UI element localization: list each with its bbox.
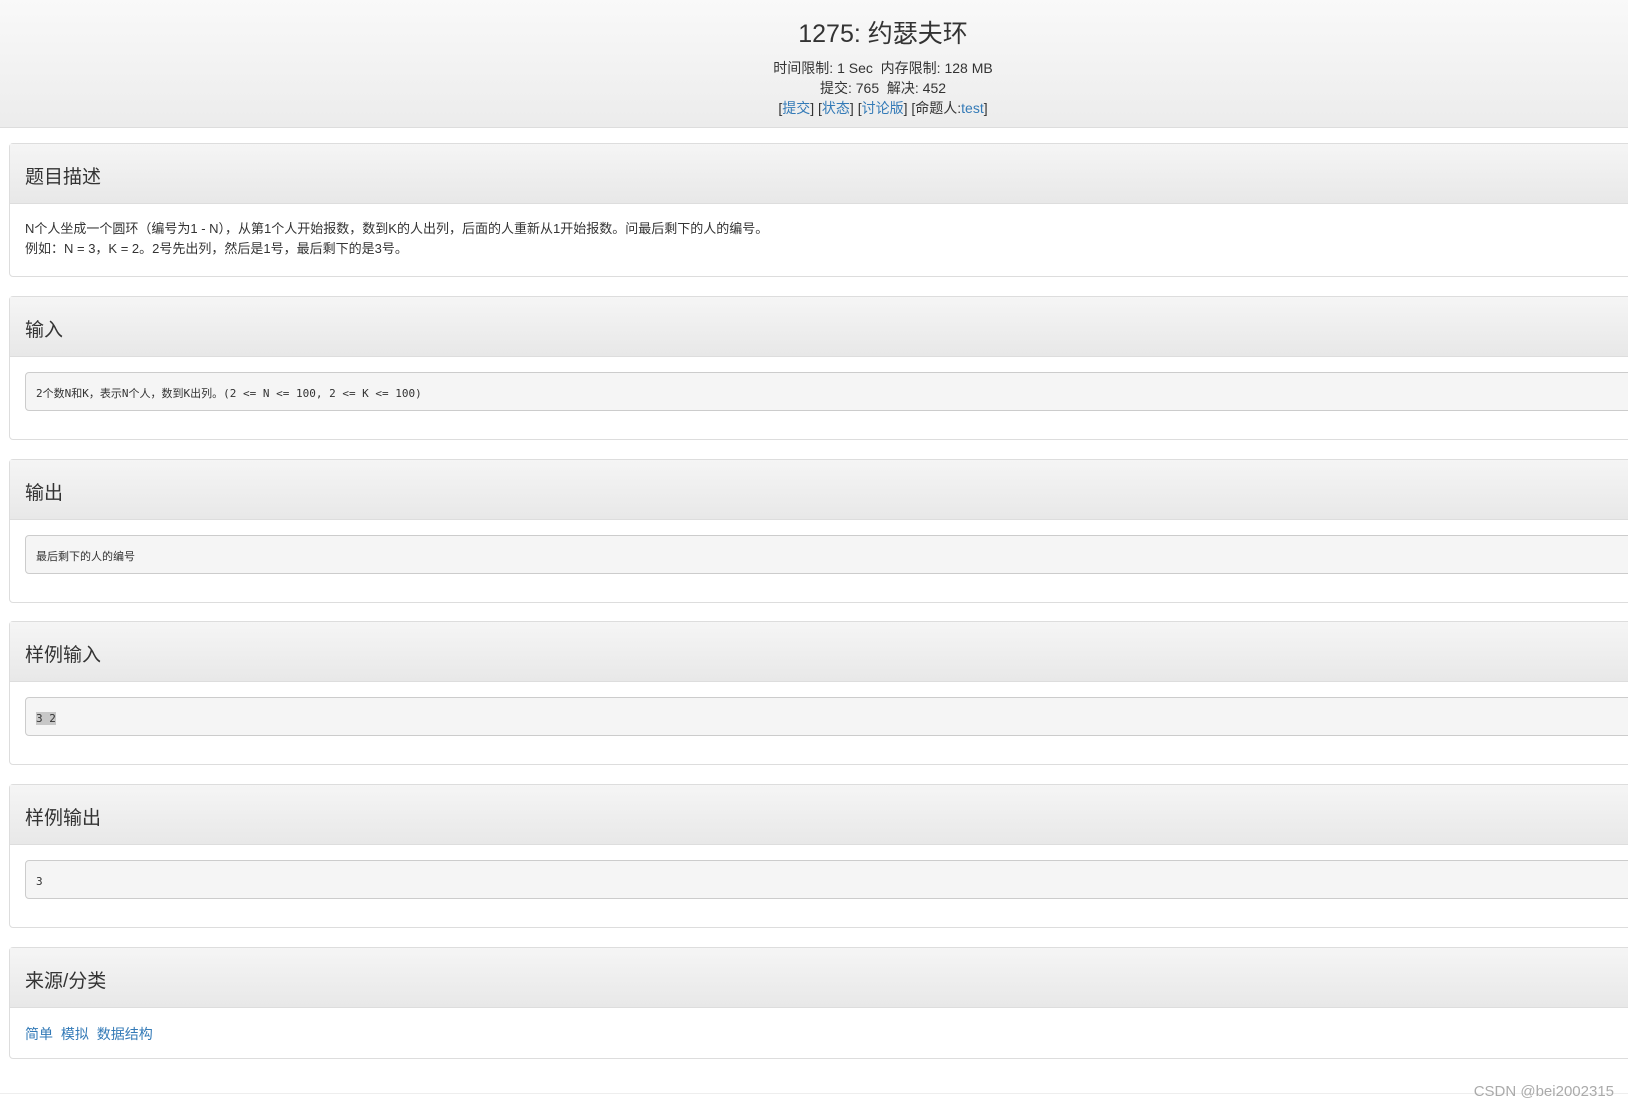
sample-input-body: 3 2: [10, 682, 1628, 751]
output-panel: 输出 最后剩下的人的编号: [9, 459, 1628, 603]
input-body: 2个数N和K，表示N个人，数到K出列。(2 <= N <= 100, 2 <= …: [10, 357, 1628, 426]
problem-title: 1275: 约瑟夫环: [798, 20, 968, 48]
tag-easy[interactable]: 简单: [25, 1026, 53, 1042]
sample-input-box[interactable]: 3 2: [25, 697, 1628, 736]
description-line-2: 例如：N = 3，K = 2。2号先出列，然后是1号，最后剩下的是3号。: [25, 241, 408, 256]
sample-input-heading: 样例输入: [10, 622, 1628, 682]
time-limit-label: 时间限制:: [773, 60, 834, 76]
time-limit-value: 1 Sec: [837, 60, 873, 76]
problem-header: 1275: 约瑟夫环 时间限制: 1 Sec 内存限制: 128 MB 提交: …: [0, 0, 1628, 128]
source-heading: 来源/分类: [10, 948, 1628, 1008]
solved-count-label: 解决:: [886, 80, 919, 96]
output-heading: 输出: [10, 460, 1628, 520]
sample-output-content: 3: [25, 860, 1628, 899]
input-heading: 输入: [10, 297, 1628, 357]
footer-divider: [0, 1093, 1628, 1094]
sample-input-panel: 样例输入 3 2: [9, 621, 1628, 765]
memory-limit-value: 128 MB: [944, 60, 993, 76]
description-body: N个人坐成一个圆环（编号为1 - N），从第1个人开始报数，数到K的人出列，后面…: [10, 204, 1628, 276]
submit-count-label: 提交:: [819, 80, 852, 96]
solved-count: 452: [922, 80, 947, 96]
source-panel: 来源/分类 简单 模拟 数据结构: [9, 947, 1628, 1059]
csdn-watermark: CSDN @bei2002315: [1473, 1083, 1614, 1100]
author-link[interactable]: test: [961, 100, 984, 116]
stats-line: 提交: 765 解决: 452: [0, 78, 1628, 98]
sample-input-content: 3 2: [36, 712, 56, 725]
submit-count: 765: [855, 80, 880, 96]
input-panel: 输入 2个数N和K，表示N个人，数到K出列。(2 <= N <= 100, 2 …: [9, 296, 1628, 440]
action-links: [提交] [状态] [讨论版] [命题人:test]: [778, 100, 988, 116]
sample-output-body: 3: [10, 845, 1628, 914]
description-line-1: N个人坐成一个圆环（编号为1 - N），从第1个人开始报数，数到K的人出列，后面…: [25, 221, 769, 236]
limits-line: 时间限制: 1 Sec 内存限制: 128 MB: [0, 58, 1628, 78]
output-body: 最后剩下的人的编号: [10, 520, 1628, 589]
tag-simulation[interactable]: 模拟: [61, 1026, 89, 1042]
sample-output-heading: 样例输出: [10, 785, 1628, 845]
description-heading: 题目描述: [10, 144, 1628, 204]
output-content: 最后剩下的人的编号: [25, 535, 1628, 574]
status-link[interactable]: 状态: [822, 100, 850, 116]
sample-output-panel: 样例输出 3: [9, 784, 1628, 928]
input-content: 2个数N和K，表示N个人，数到K出列。(2 <= N <= 100, 2 <= …: [25, 372, 1628, 411]
tag-data-structure[interactable]: 数据结构: [97, 1026, 153, 1042]
source-tags: 简单 模拟 数据结构: [10, 1008, 1628, 1059]
author-label: 命题人:: [915, 100, 962, 116]
memory-limit-label: 内存限制:: [880, 60, 941, 76]
description-panel: 题目描述 N个人坐成一个圆环（编号为1 - N），从第1个人开始报数，数到K的人…: [9, 143, 1628, 277]
discuss-link[interactable]: 讨论版: [862, 100, 904, 116]
submit-link[interactable]: 提交: [782, 100, 810, 116]
